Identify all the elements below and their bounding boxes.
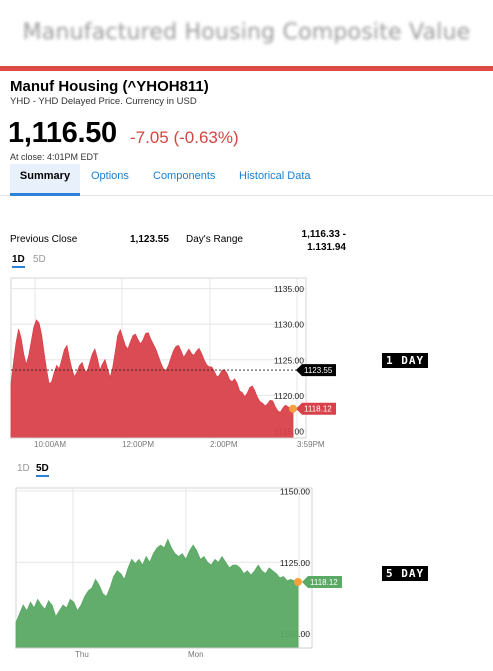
previous-close-tag: 1123.55	[296, 364, 336, 377]
tab-summary[interactable]: Summary	[10, 164, 80, 196]
quote-tabs: Summary Options Components Historical Da…	[0, 164, 493, 196]
x-tick-label: Mon	[188, 650, 204, 659]
x-tick-label: 2:00PM	[210, 440, 238, 449]
last-price-tag-text: 1118.12	[310, 578, 338, 587]
y-tick-label: 1125.00	[280, 558, 310, 568]
x-tick-label: 12:00PM	[122, 440, 154, 449]
header-banner: Manufactured Housing Composite Value	[0, 0, 493, 66]
intraday-chart: 1135.001130.001125.001120.001115.0010:00…	[10, 277, 336, 449]
last-price-tag-text: 1118.12	[304, 405, 332, 414]
chart1-range-5d[interactable]: 5D	[33, 254, 46, 265]
x-tick-label: Thu	[75, 650, 89, 659]
chart2-range-5d[interactable]: 5D	[36, 463, 49, 477]
previous-close-tag-text: 1123.55	[304, 366, 333, 375]
last-price-marker	[289, 404, 297, 413]
days-range-value: 1,116.33 - 1.131.94	[301, 229, 346, 253]
tab-historical-data[interactable]: Historical Data	[239, 164, 311, 196]
x-tick-label: 10:00AM	[34, 440, 66, 449]
last-price-tag: 1118.12	[302, 575, 342, 588]
quote-name: Manuf Housing (^YHOH811)	[10, 78, 209, 95]
previous-close-label: Previous Close	[10, 234, 78, 245]
tab-components[interactable]: Components	[153, 164, 215, 196]
quote-stats: Previous Close 1,123.55 Day's Range 1,11…	[10, 224, 350, 256]
y-tick-label: 1135.00	[274, 284, 304, 294]
quote-subtitle: YHD - YHD Delayed Price. Currency in USD	[10, 96, 197, 107]
x-tick-label: 3:59PM	[297, 440, 325, 449]
chart1-range-1d[interactable]: 1D	[12, 254, 25, 268]
last-price-marker	[294, 577, 302, 586]
five-day-label: 5 DAY	[382, 566, 429, 581]
y-tick-label: 1120.00	[274, 391, 304, 401]
days-range-label: Day's Range	[186, 234, 243, 245]
price-change: -7.05 (-0.63%)	[130, 128, 239, 147]
chart2-range-1d[interactable]: 1D	[17, 463, 30, 474]
previous-close-value: 1,123.55	[130, 234, 169, 245]
close-time: At close: 4:01PM EDT	[10, 152, 99, 162]
header-divider	[0, 66, 493, 71]
last-price-tag: 1118.12	[296, 402, 336, 415]
five-day-chart: 1150.001125.001100.00ThuMon1118.12	[15, 486, 342, 659]
y-tick-label: 1130.00	[274, 320, 304, 330]
current-price: 1,116.50	[8, 117, 117, 149]
y-tick-label: 1125.00	[274, 355, 304, 365]
banner-title: Manufactured Housing Composite Value	[22, 20, 471, 45]
one-day-label: 1 DAY	[382, 353, 429, 368]
y-tick-label: 1150.00	[280, 486, 310, 496]
tab-options[interactable]: Options	[91, 164, 129, 196]
